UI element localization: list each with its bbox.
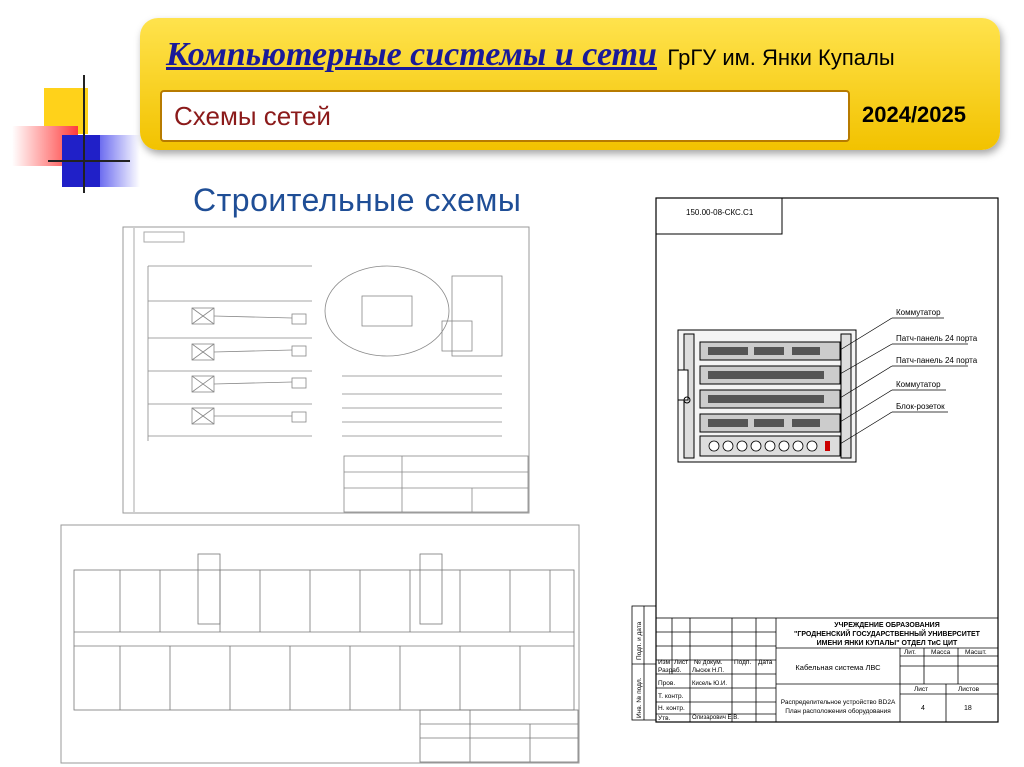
- doc-code: 150.00-08-СКС.С1: [686, 208, 754, 217]
- decor-vline: [83, 75, 85, 193]
- rack-cabinet: [677, 329, 857, 463]
- stamp-tkontr: Т. контр.: [658, 693, 684, 700]
- stamp-system: Кабельная система ЛВС: [795, 663, 881, 672]
- stamp-h-list: Лист: [674, 659, 688, 666]
- stamp-desc1: Распределительное устройство BD2A: [781, 698, 896, 706]
- stamp-scale: Масшт.: [965, 649, 987, 656]
- topic-title: Схемы сетей: [174, 101, 331, 131]
- stamp-org-line2: "ГРОДНЕНСКИЙ ГОСУДАРСТВЕННЫЙ УНИВЕРСИТЕТ: [794, 629, 981, 638]
- stamp-prov-name: Кисель Ю.И.: [692, 681, 727, 687]
- stamp-sheet: Лист: [914, 686, 928, 693]
- stamp-sheets: Листов: [958, 686, 980, 693]
- course-title: Компьютерные системы и сети: [166, 36, 657, 73]
- header-banner: Компьютерные системы и сети ГрГУ им. Янк…: [140, 18, 1000, 150]
- callout-switch-1: Коммутатор: [896, 308, 941, 317]
- stamp-lit: Лит.: [904, 649, 916, 656]
- stamp-h-doc: № докум.: [694, 659, 723, 666]
- stamp-h-sign: Подп.: [734, 659, 751, 666]
- callout-patch-panel-1: Патч-панель 24 порта: [896, 334, 978, 343]
- stamp-org-line3: ИМЕНИ ЯНКИ КУПАЛЫ" ОТДЕЛ ТиС ЦИТ: [817, 640, 958, 647]
- stamp-desc2: План расположения оборудования: [785, 707, 891, 715]
- side-inv-num: Инв. № подл.: [636, 677, 643, 718]
- stamp-h-izm: Изм: [658, 659, 671, 666]
- structural-scheme-drawing: [122, 226, 530, 514]
- slide-title: Строительные схемы: [193, 182, 522, 218]
- rack-equipment-drawing: 150.00-08-СКС.С1 Коммутатор Патч-панель …: [628, 194, 1004, 732]
- topic-box: Схемы сетей: [160, 90, 850, 142]
- stamp-razrab: Разраб.: [658, 666, 682, 674]
- stamp-prov: Пров.: [658, 680, 675, 687]
- stamp-h-date: Дата: [758, 659, 773, 666]
- stamp-razrab-name: Лысюк Н.П.: [692, 668, 724, 674]
- stamp-org-line1: УЧРЕЖДЕНИЕ ОБРАЗОВАНИЯ: [834, 622, 940, 629]
- stamp-nkontr: Н. контр.: [658, 705, 685, 712]
- stamp-utv-name: Олизарович Е.В.: [692, 715, 739, 721]
- stamp-utv: Утв.: [658, 715, 671, 722]
- stamp-sheet-num: 4: [921, 705, 925, 712]
- university-name: ГрГУ им. Янки Купалы: [667, 45, 895, 70]
- callout-switch-2: Коммутатор: [896, 380, 941, 389]
- stamp-sheets-num: 18: [964, 705, 972, 712]
- side-sign-date: Подп. и дата: [636, 621, 643, 660]
- callout-socket-block: Блок-розеток: [896, 402, 945, 411]
- decor-hline: [48, 160, 130, 162]
- floor-plan-drawing: [60, 524, 580, 764]
- callout-patch-panel-2: Патч-панель 24 порта: [896, 356, 978, 365]
- academic-year: 2024/2025: [862, 102, 966, 127]
- stamp-mass: Масса: [931, 649, 951, 656]
- banner-title-row: Компьютерные системы и сети ГрГУ им. Янк…: [166, 36, 895, 74]
